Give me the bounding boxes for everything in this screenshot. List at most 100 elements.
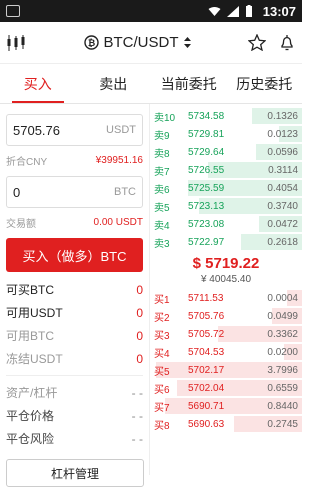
order-price: 5702.17 [188,364,225,376]
status-bar: 13:07 [0,0,302,22]
price-value: 5705.76 [13,122,60,138]
ask-row[interactable]: 卖10 5734.58 0.1326 [150,107,302,125]
ask-row[interactable]: 卖6 5725.59 0.4054 [150,179,302,197]
volume-value: 0.00 USDT [93,216,143,228]
divider [6,375,143,376]
order-label: 买1 [154,294,170,306]
order-book: 卖10 5734.58 0.1326 卖9 5729.81 0.0123 卖8 5729.64… [150,104,302,475]
order-price: 5690.71 [188,400,225,412]
svg-text:₿: ₿ [87,38,94,48]
order-label: 买3 [154,330,170,342]
ask-row[interactable]: 卖8 5729.64 0.0596 [150,143,302,161]
wifi-icon [208,6,221,16]
star-icon[interactable] [248,34,266,51]
order-label: 买4 [154,348,170,360]
bid-row[interactable]: 买8 5690.63 0.2745 [150,415,302,433]
volume-label: 交易额 [6,218,36,230]
balance-row: 可买BTC 0 [6,282,143,298]
bid-row[interactable]: 买6 5702.04 0.6559 [150,379,302,397]
last-price-block: $ 5719.22 ¥ 40045.40 [150,251,302,289]
buy-long-button[interactable]: 买入（做多）BTC [6,238,143,272]
risk-row: 资产/杠杆 - - [6,385,143,401]
ask-row[interactable]: 卖9 5729.81 0.0123 [150,125,302,143]
order-qty: 0.0499 [267,310,298,322]
price-alert-icon[interactable] [278,34,296,52]
amount-value: 0 [13,184,21,200]
order-qty: 0.2745 [267,418,298,430]
bid-row[interactable]: 买1 5711.53 0.0004 [150,289,302,307]
pair-title: BTC/USDT [103,34,179,51]
order-price: 5726.55 [188,164,225,176]
order-label: 买7 [154,402,170,414]
order-price: 5725.59 [188,182,225,194]
order-label: 卖4 [154,220,170,232]
pair-selector[interactable]: ₿ BTC/USDT [26,34,248,51]
order-qty: 0.0123 [267,128,298,140]
bid-row[interactable]: 买7 5690.71 0.8440 [150,397,302,415]
amount-unit: BTC [114,186,136,198]
kline-chart-icon[interactable] [6,34,26,52]
order-qty: 0.1326 [267,110,298,122]
risk-row: 平仓价格 - - [6,408,143,424]
order-price: 5702.04 [188,382,225,394]
order-qty: 0.0200 [267,346,298,358]
ask-row[interactable]: 卖4 5723.08 0.0472 [150,215,302,233]
leverage-manage-button[interactable]: 杠杆管理 [6,459,144,487]
order-qty: 0.8440 [267,400,298,412]
order-label: 买2 [154,312,170,324]
order-qty: 0.3740 [267,200,298,212]
trade-tabs: 买入 卖出 当前委托 历史委托 [0,64,302,104]
order-label: 卖7 [154,166,170,178]
order-label: 买6 [154,384,170,396]
order-qty: 0.4054 [267,182,298,194]
order-price: 5711.53 [188,292,224,304]
order-form: 5705.76 USDT 折合CNY ¥39951.16 0 BTC 交易额 0… [0,104,150,487]
amount-input[interactable]: 0 BTC [6,176,143,208]
order-price: 5705.76 [188,310,225,322]
bid-row[interactable]: 买4 5704.53 0.0200 [150,343,302,361]
ask-row[interactable]: 卖7 5726.55 0.3114 [150,161,302,179]
ask-row[interactable]: 卖3 5722.97 0.2618 [150,233,302,251]
tab-order-history[interactable]: 历史委托 [227,64,303,103]
order-label: 卖8 [154,148,170,160]
balance-row: 可用USDT 0 [6,305,143,321]
order-qty: 0.3114 [268,164,298,176]
order-price: 5705.72 [188,328,225,340]
order-qty: 0.0596 [267,146,298,158]
cny-label: 折合CNY [6,156,48,168]
order-label: 卖9 [154,130,170,142]
order-label: 买8 [154,420,170,432]
price-input[interactable]: 5705.76 USDT [6,114,143,146]
signal-icon [226,5,239,17]
order-qty: 0.3362 [267,328,298,340]
order-label: 卖6 [154,184,170,196]
balance-row: 可用BTC 0 [6,328,143,344]
risk-row: 平仓风险 - - [6,431,143,447]
order-label: 买5 [154,366,170,378]
order-price: 5729.81 [188,128,225,140]
order-qty: 0.6559 [267,382,298,394]
bid-row[interactable]: 买2 5705.76 0.0499 [150,307,302,325]
order-label: 卖5 [154,202,170,214]
ask-row[interactable]: 卖5 5723.13 0.3740 [150,197,302,215]
cny-value: ¥39951.16 [95,154,143,166]
bitcoin-icon: ₿ [83,35,99,50]
clock: 13:07 [262,3,296,19]
bid-row[interactable]: 买5 5702.17 3.7996 [150,361,302,379]
tab-sell[interactable]: 卖出 [76,64,152,103]
order-price: 5690.63 [188,418,225,430]
balance-row: 冻结USDT 0 [6,351,143,367]
order-qty: 0.0004 [267,292,298,304]
order-price: 5723.08 [188,218,225,230]
app-header: ₿ BTC/USDT [0,22,302,64]
sort-arrows-icon [183,37,191,48]
tab-buy[interactable]: 买入 [0,64,76,103]
last-price: $ 5719.22 [192,255,260,272]
order-price: 5722.97 [188,236,225,248]
bid-row[interactable]: 买3 5705.72 0.3362 [150,325,302,343]
price-unit: USDT [106,124,136,136]
order-price: 5723.13 [188,200,225,212]
tab-current-orders[interactable]: 当前委托 [151,64,227,103]
order-price: 5704.53 [188,346,225,358]
battery-icon [245,5,252,17]
